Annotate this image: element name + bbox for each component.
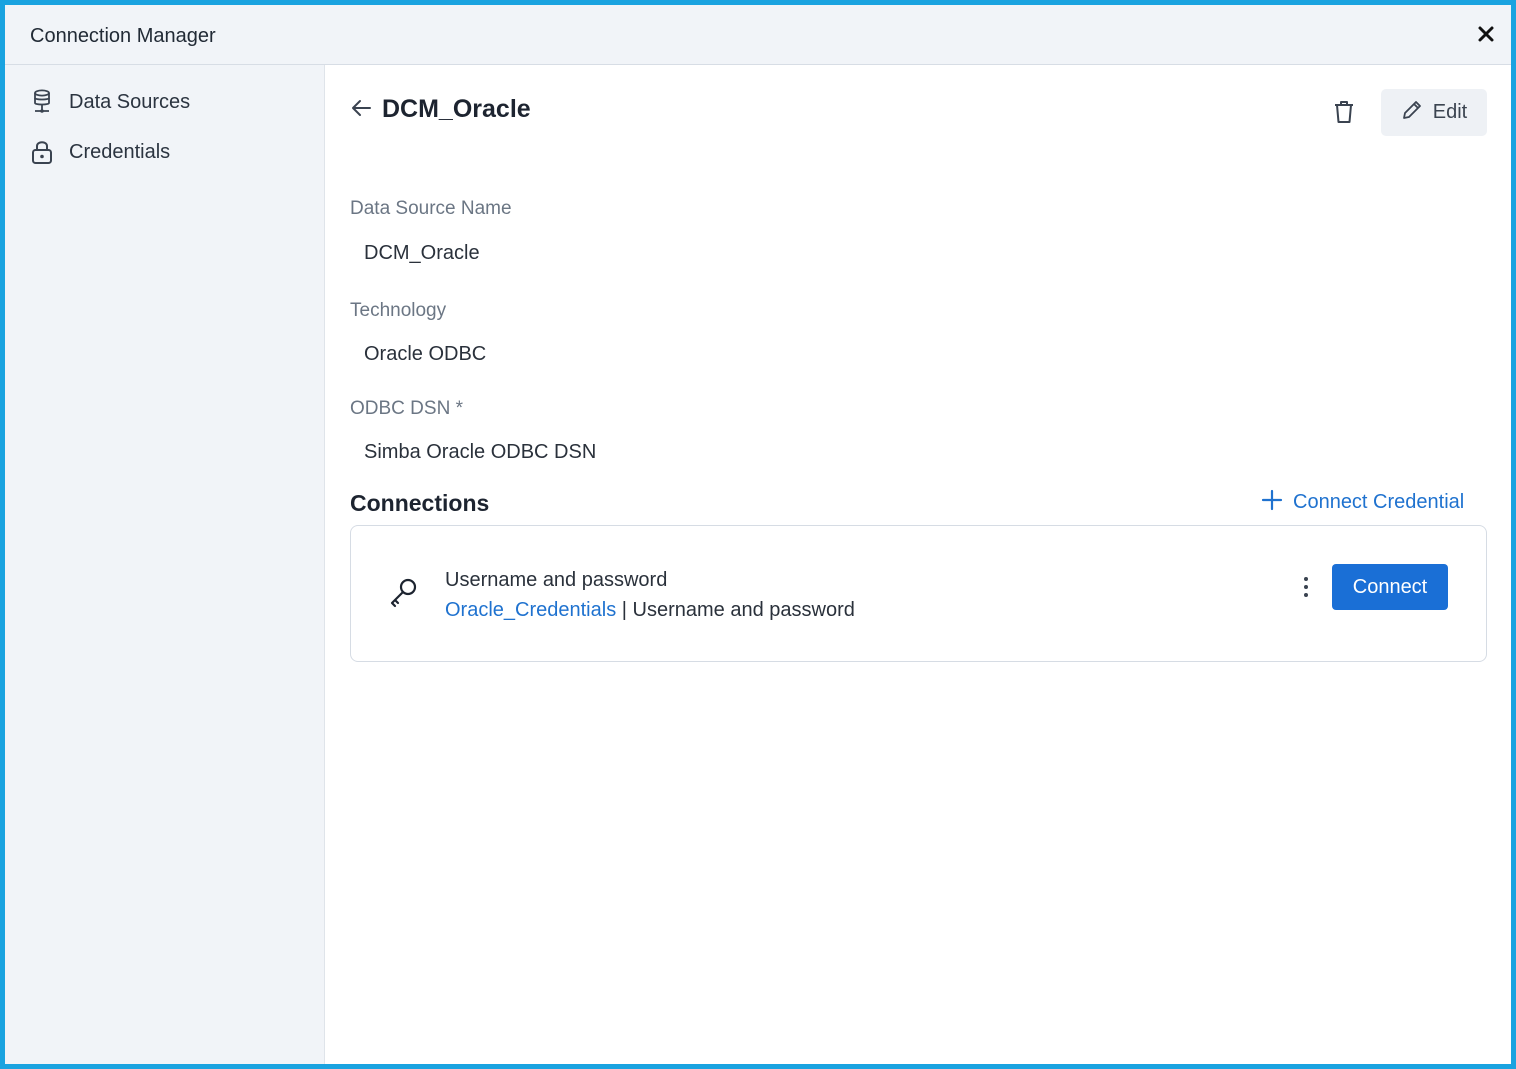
- connections-heading: Connections: [350, 490, 490, 516]
- data-source-name-label: Data Source Name: [350, 198, 512, 219]
- key-icon: [387, 576, 421, 610]
- sidebar-item-data-sources[interactable]: Data Sources: [29, 87, 190, 117]
- page-title: DCM_Oracle: [382, 95, 531, 123]
- technology-label: Technology: [350, 300, 447, 321]
- odbc-dsn-value: Simba Oracle ODBC DSN: [364, 441, 597, 463]
- connect-credential-label: Connect Credential: [1293, 490, 1465, 513]
- sidebar-item-label: Data Sources: [69, 90, 191, 113]
- close-icon[interactable]: [1475, 23, 1497, 45]
- trash-icon: [1332, 99, 1356, 130]
- pencil-icon: [1401, 99, 1423, 126]
- sidebar: Data Sources Credentials: [5, 65, 325, 1064]
- sidebar-item-credentials[interactable]: Credentials: [29, 137, 170, 167]
- credential-link[interactable]: Oracle_Credentials: [445, 599, 616, 621]
- edit-button[interactable]: Edit: [1381, 89, 1487, 136]
- window-title: Connection Manager: [30, 25, 216, 47]
- connection-type: Username and password: [445, 569, 668, 591]
- connect-credential-button[interactable]: Connect Credential: [1261, 487, 1464, 517]
- connection-card: Username and password Oracle_Credentials…: [350, 525, 1487, 662]
- data-source-name-value: DCM_Oracle: [364, 242, 480, 264]
- edit-label: Edit: [1432, 101, 1468, 123]
- connection-details: Oracle_Credentials | Username and passwo…: [445, 599, 855, 622]
- more-options-icon[interactable]: [1299, 574, 1313, 600]
- lock-icon: [29, 139, 55, 165]
- sidebar-item-label: Credentials: [69, 140, 171, 163]
- connect-button[interactable]: Connect: [1332, 564, 1448, 610]
- delete-button[interactable]: [1329, 99, 1359, 129]
- arrow-left-icon[interactable]: [349, 95, 375, 121]
- separator: |: [621, 599, 627, 621]
- technology-value: Oracle ODBC: [364, 343, 487, 365]
- database-icon: [29, 89, 55, 115]
- title-bar: Connection Manager: [5, 5, 1511, 65]
- odbc-dsn-label: ODBC DSN *: [350, 398, 463, 419]
- main-panel: DCM_Oracle Edit Data Source Name DCM_Ora…: [325, 65, 1511, 1064]
- credential-type: Username and password: [632, 599, 855, 621]
- plus-icon: [1261, 489, 1283, 516]
